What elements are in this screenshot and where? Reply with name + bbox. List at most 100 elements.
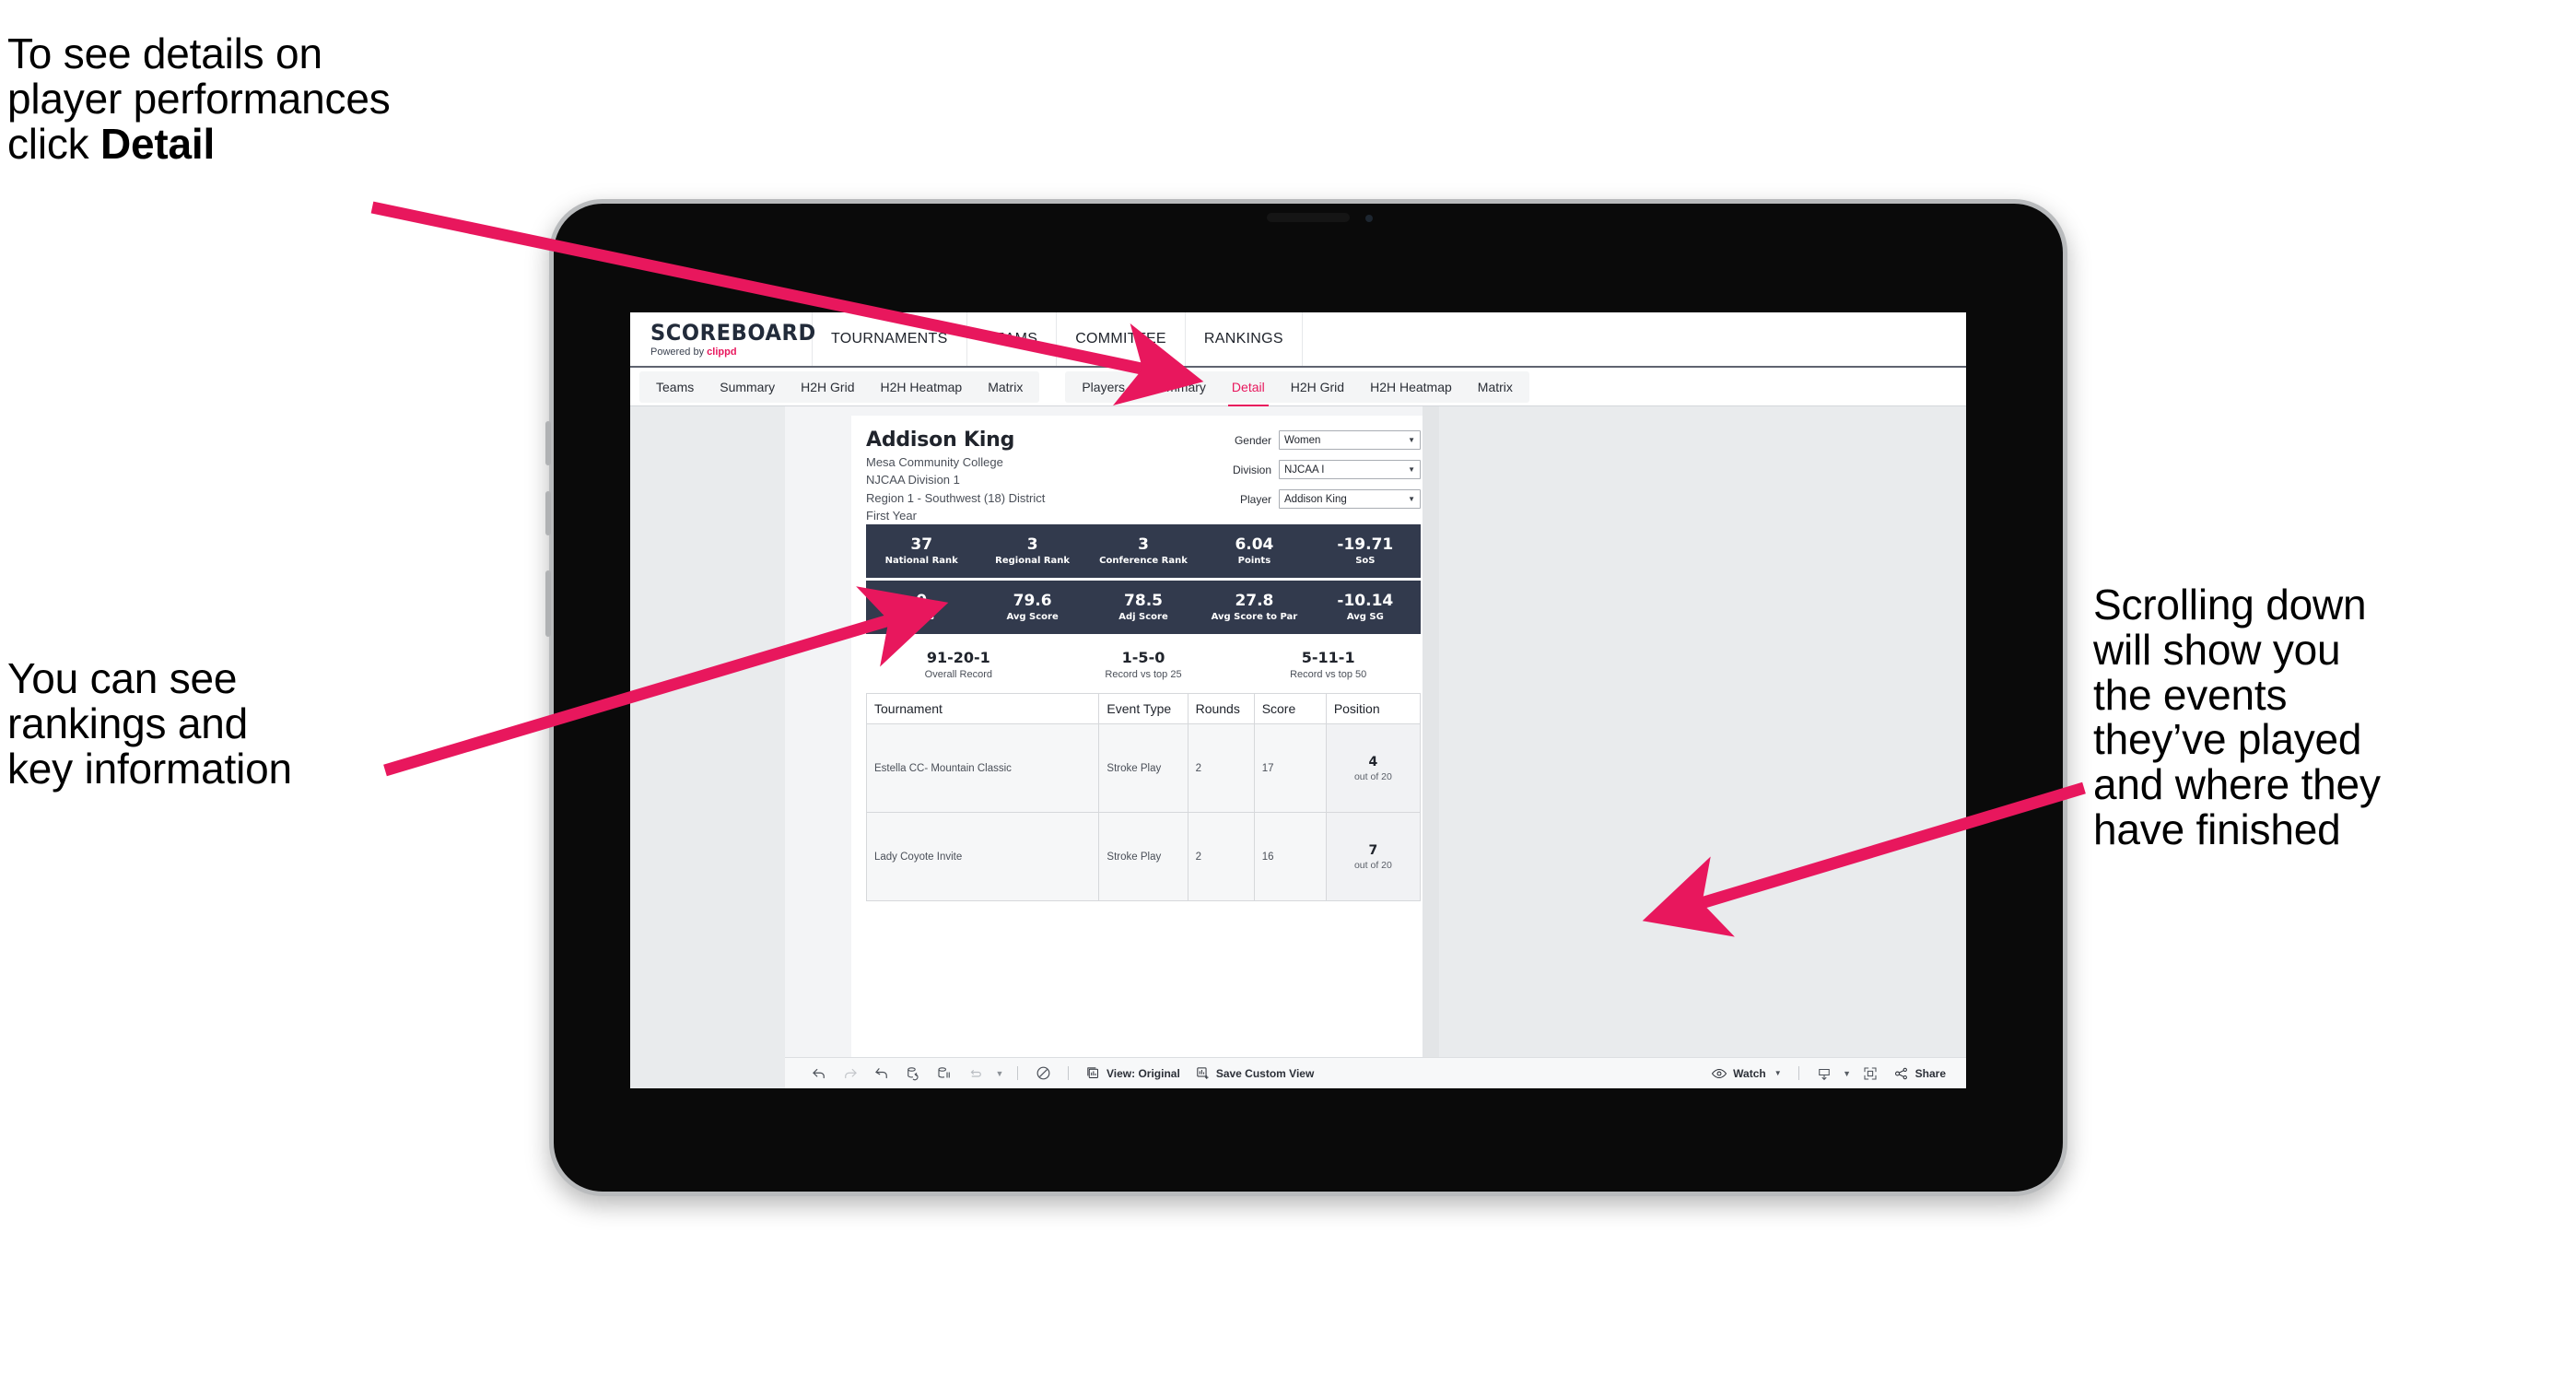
tab-players-summary[interactable]: Summary — [1138, 371, 1219, 403]
tab-players-h2h-grid[interactable]: H2H Grid — [1278, 371, 1357, 403]
record-overall: 91-20-1 Overall Record — [866, 649, 1051, 680]
revert-icon[interactable] — [866, 1058, 897, 1089]
tablet-screen: SCOREBOARD Powered by clippd TOURNAMENTS… — [630, 312, 1966, 1088]
chevron-down-icon: ▼ — [1408, 465, 1415, 474]
callout-rankings-info: You can see rankings and key information — [7, 656, 440, 791]
stats-bar-scoring: 0 Wins 79.6 Avg Score 78.5 Adj Score 27.… — [866, 581, 1421, 635]
stat-national-rank: 37 National Rank — [866, 536, 977, 566]
callout-line: they’ve played — [2093, 715, 2362, 764]
topnav-item-rankings[interactable]: RANKINGS — [1186, 312, 1303, 366]
stat-avg-score-to-par: 27.8 Avg Score to Par — [1199, 593, 1309, 622]
column-header-score[interactable]: Score — [1253, 693, 1327, 725]
player-header: Addison King Mesa Community College NJCA… — [866, 429, 1421, 523]
pause-data-source-icon[interactable] — [929, 1058, 960, 1089]
refresh-data-source-icon[interactable] — [897, 1058, 929, 1089]
tab-teams-matrix[interactable]: Matrix — [975, 371, 1036, 403]
callout-detail-instruction: To see details on player performances cl… — [7, 31, 597, 166]
cell-rounds: 2 — [1187, 812, 1255, 902]
stat-label: Avg Score to Par — [1211, 612, 1298, 623]
player-region: Region 1 - Southwest (18) District — [866, 490, 1046, 505]
topnav-item-tournaments[interactable]: TOURNAMENTS — [813, 312, 967, 366]
clear-sheet-icon[interactable] — [1027, 1058, 1059, 1089]
pan-icon[interactable] — [960, 1058, 991, 1089]
tab-players-matrix[interactable]: Matrix — [1465, 371, 1526, 403]
filter-select-division[interactable]: NJCAA I ▼ — [1279, 460, 1421, 479]
pan-dropdown-chevron-icon[interactable]: ▼ — [991, 1058, 1008, 1089]
table-row[interactable]: Estella CC- Mountain Classic Stroke Play… — [865, 723, 1422, 814]
stat-avg-sg: -10.14 Avg SG — [1310, 593, 1421, 622]
records-row: 91-20-1 Overall Record 1-5-0 Record vs t… — [866, 634, 1421, 693]
record-label: Record vs top 50 — [1290, 669, 1367, 681]
cell-position: 7 out of 20 — [1325, 812, 1422, 902]
stat-regional-rank: 3 Regional Rank — [977, 536, 1087, 566]
cell-score: 16 — [1253, 812, 1327, 902]
filter-label-player: Player — [1239, 492, 1271, 506]
fullscreen-icon[interactable] — [1855, 1058, 1886, 1089]
filter-panel: Gender Women ▼ Division NJCAA I ▼ Player… — [1209, 429, 1421, 519]
brand-powered-name: clippd — [707, 346, 737, 358]
cell-event-type: Stroke Play — [1098, 812, 1188, 902]
stat-wins: 0 Wins — [866, 593, 977, 622]
view-original-label: View: Original — [1107, 1066, 1180, 1080]
record-value: 91-20-1 — [926, 649, 990, 667]
cell-score: 17 — [1253, 723, 1327, 814]
callout-line: the events — [2093, 670, 2288, 719]
filter-select-gender[interactable]: Women ▼ — [1279, 430, 1421, 450]
save-custom-view-label: Save Custom View — [1215, 1066, 1315, 1080]
table-header-row: Tournament Event Type Rounds Score Posit… — [865, 693, 1422, 725]
position-number: 4 — [1368, 754, 1378, 769]
brand-logo[interactable]: SCOREBOARD Powered by clippd — [630, 312, 815, 366]
app-top-bar: SCOREBOARD Powered by clippd TOURNAMENTS… — [630, 312, 1966, 368]
stat-label: SoS — [1355, 556, 1376, 567]
players-tab-group: Players Summary Detail H2H Grid H2H Heat… — [1065, 370, 1529, 406]
stat-conference-rank: 3 Conference Rank — [1088, 536, 1199, 566]
topnav-item-teams[interactable]: TEAMS — [967, 312, 1058, 366]
filter-row-gender: Gender Women ▼ — [1209, 430, 1421, 450]
tab-players-h2h-heatmap[interactable]: H2H Heatmap — [1357, 371, 1465, 403]
column-header-rounds[interactable]: Rounds — [1187, 693, 1255, 725]
filter-select-player[interactable]: Addison King ▼ — [1279, 489, 1421, 509]
filter-row-division: Division NJCAA I ▼ — [1209, 460, 1421, 479]
tab-teams-h2h-heatmap[interactable]: H2H Heatmap — [868, 371, 976, 403]
tab-players-detail[interactable]: Detail — [1219, 371, 1278, 406]
stat-value: 3 — [1138, 535, 1149, 555]
stat-sos: -19.71 SoS — [1310, 536, 1421, 566]
filter-row-player: Player Addison King ▼ — [1209, 489, 1421, 509]
viz-bottom-toolbar: ▼ View: Original Save Custom View Watch … — [785, 1057, 1966, 1088]
table-row[interactable]: Lady Coyote Invite Stroke Play 2 16 7 ou… — [865, 812, 1422, 902]
watch-button[interactable]: Watch ▼ — [1704, 1065, 1788, 1082]
download-dropdown-chevron-icon[interactable]: ▼ — [1840, 1058, 1855, 1089]
topnav-item-committee[interactable]: COMMITTEE — [1057, 312, 1186, 366]
stat-label: Avg Score — [1006, 612, 1059, 623]
stat-value: -10.14 — [1337, 592, 1394, 611]
tab-teams-h2h-grid[interactable]: H2H Grid — [788, 371, 867, 403]
cell-event-type: Stroke Play — [1098, 723, 1188, 814]
stat-points: 6.04 Points — [1199, 536, 1309, 566]
callout-line-bold: Detail — [100, 119, 216, 168]
stats-bar-rankings: 37 National Rank 3 Regional Rank 3 Confe… — [866, 524, 1421, 579]
share-button[interactable]: Share — [1886, 1065, 1953, 1082]
stat-value: 79.6 — [1013, 592, 1052, 611]
download-icon[interactable] — [1809, 1058, 1840, 1089]
share-label: Share — [1914, 1066, 1946, 1080]
cell-tournament: Lady Coyote Invite — [865, 812, 1100, 902]
tab-players[interactable]: Players — [1069, 371, 1138, 403]
tournaments-table: Tournament Event Type Rounds Score Posit… — [865, 693, 1422, 902]
player-meta: Addison King Mesa Community College NJCA… — [866, 429, 1209, 523]
cell-tournament: Estella CC- Mountain Classic — [865, 723, 1100, 814]
column-header-tournament[interactable]: Tournament — [865, 693, 1100, 725]
callout-line: and where they — [2093, 760, 2381, 808]
tab-teams-summary[interactable]: Summary — [707, 371, 788, 403]
filter-value-division: NJCAA I — [1284, 464, 1325, 476]
filter-label-gender: Gender — [1234, 433, 1271, 447]
redo-icon[interactable] — [835, 1058, 866, 1089]
save-custom-view-button[interactable]: Save Custom View — [1188, 1065, 1322, 1081]
column-header-position[interactable]: Position — [1325, 693, 1422, 725]
stat-label: National Rank — [884, 556, 958, 567]
undo-icon[interactable] — [803, 1058, 835, 1089]
view-original-button[interactable]: View: Original — [1078, 1065, 1188, 1081]
column-header-event-type[interactable]: Event Type — [1098, 693, 1188, 725]
tab-teams[interactable]: Teams — [643, 371, 707, 403]
cell-rounds: 2 — [1187, 723, 1255, 814]
filter-value-player: Addison King — [1284, 493, 1347, 505]
